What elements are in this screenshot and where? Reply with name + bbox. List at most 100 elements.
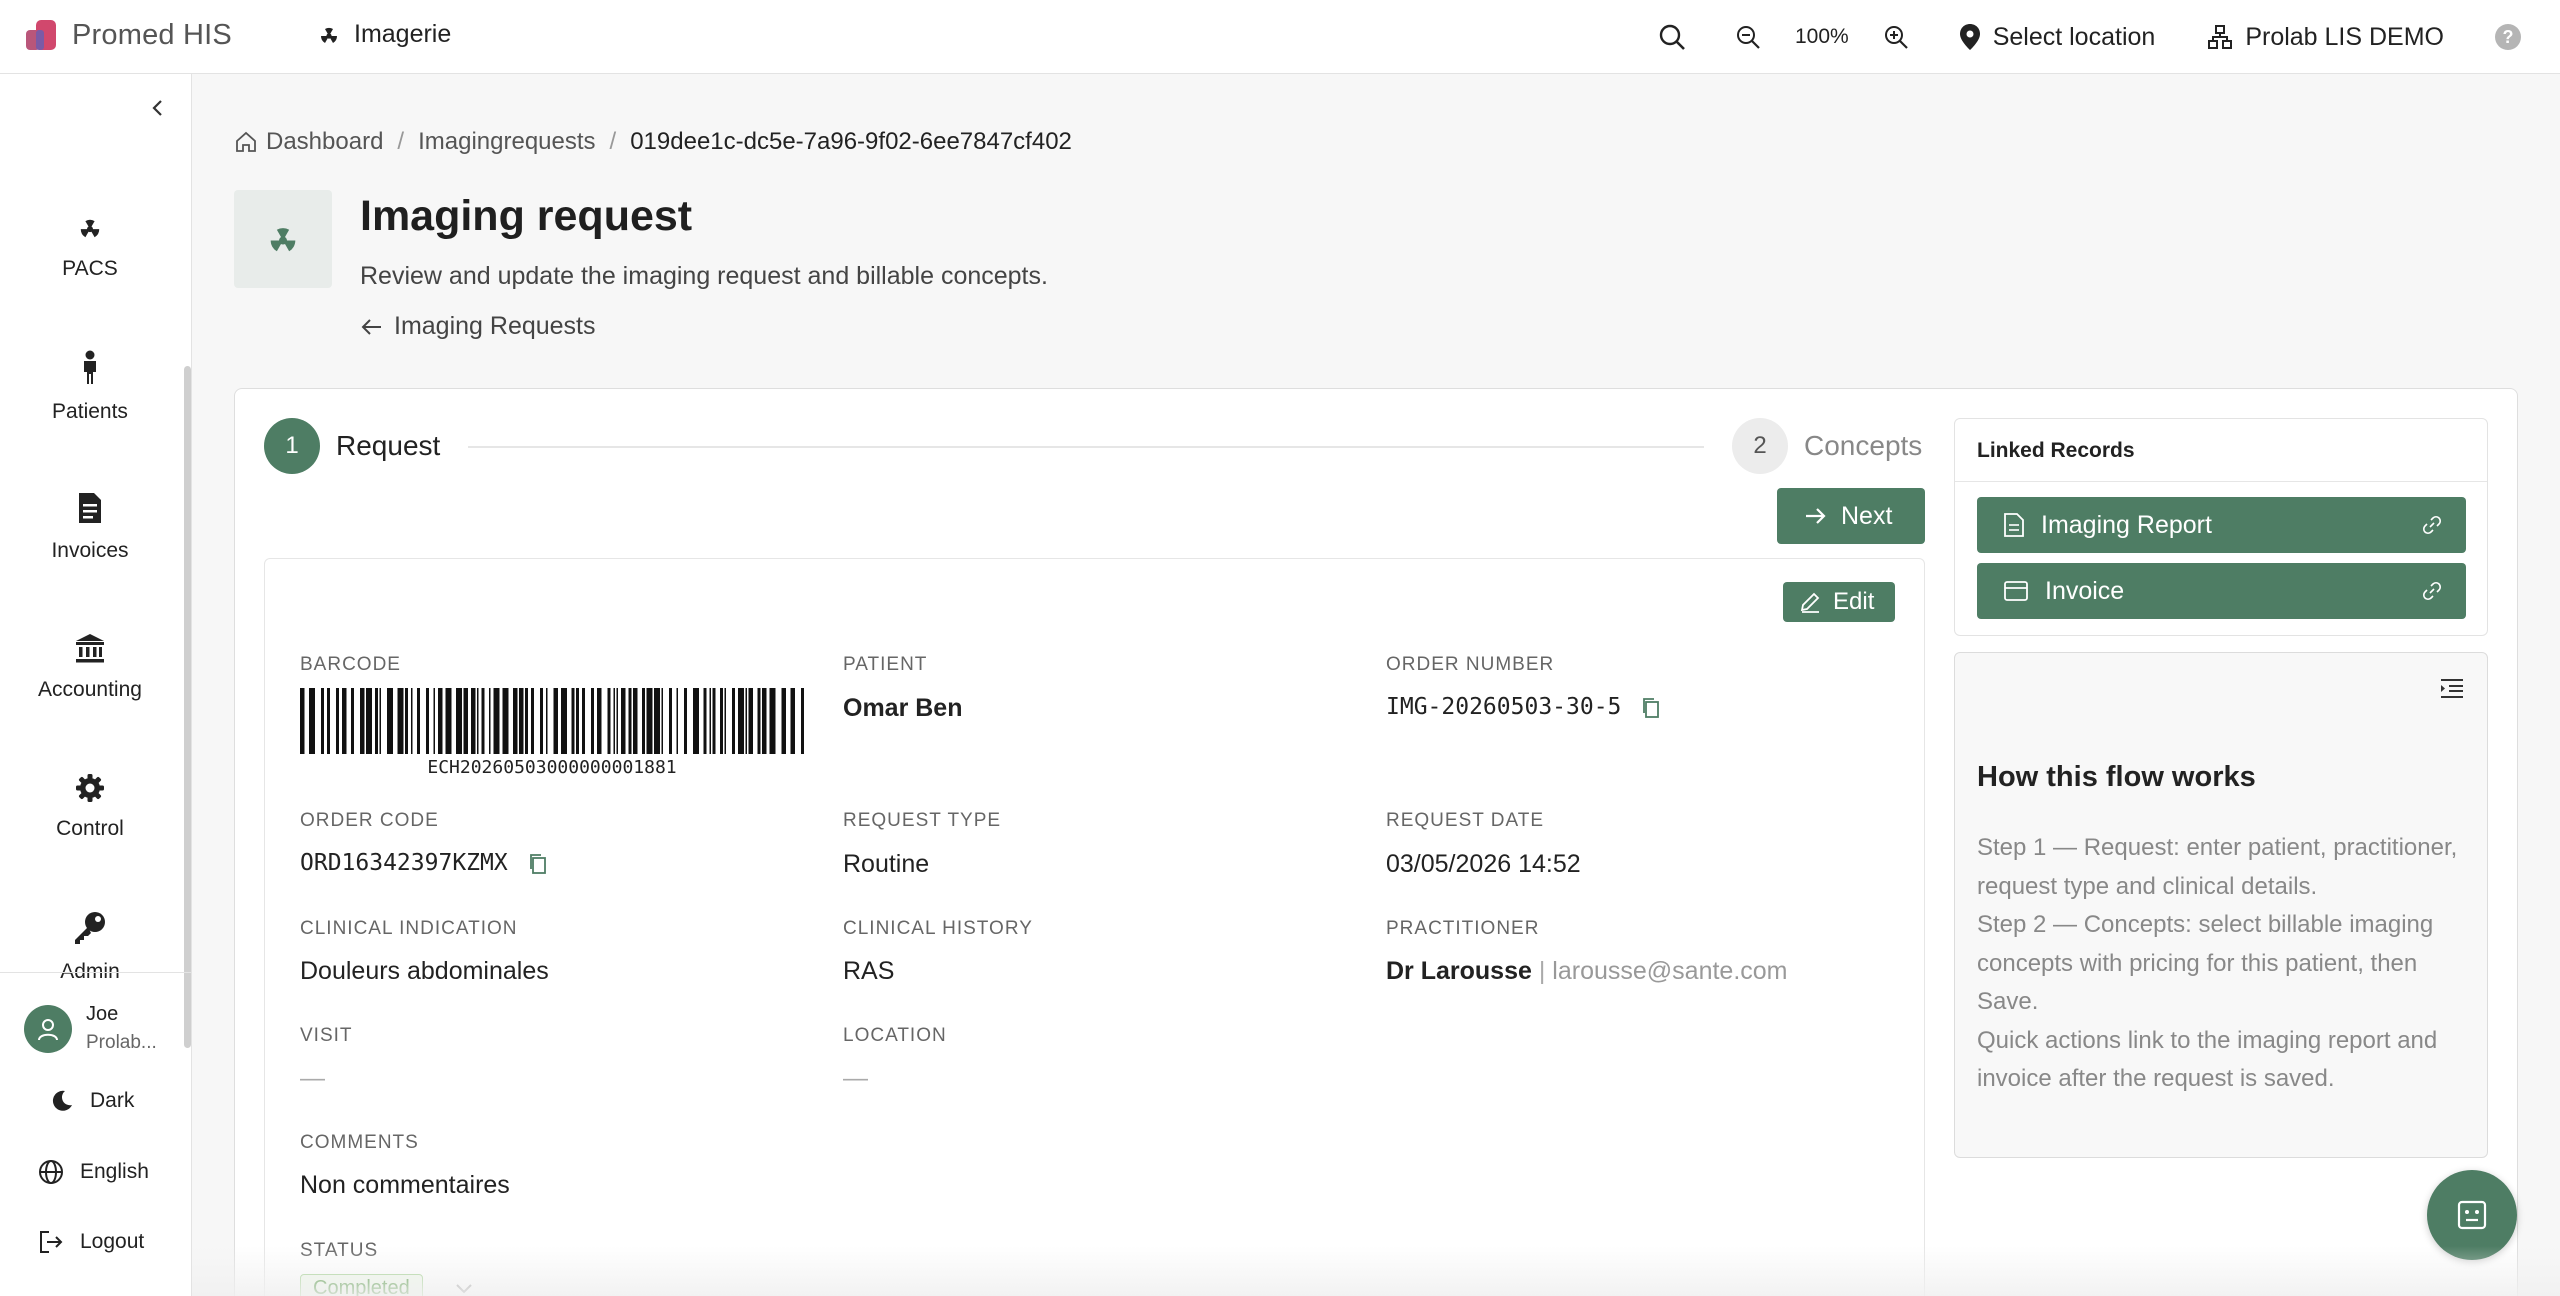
sidebar-item-patients[interactable]: Patients	[0, 332, 180, 442]
flow-help-line: Step 1 — Request: enter patient, practit…	[1977, 834, 2458, 900]
logo-icon	[24, 18, 58, 52]
visit-value: —	[300, 1064, 325, 1092]
sidebar-item-label: Accounting	[38, 678, 142, 701]
breadcrumb-section[interactable]: Imagingrequests	[418, 128, 595, 156]
user-org: Prolab...	[86, 1032, 157, 1053]
invoice-button[interactable]: Invoice	[1977, 563, 2466, 619]
app-brand[interactable]: Promed HIS	[24, 18, 232, 52]
step-number: 1	[264, 418, 320, 474]
sidebar-item-control[interactable]: Control	[0, 752, 180, 862]
flow-help-title: How this flow works	[1977, 761, 2256, 793]
clinical-history-label: CLINICAL HISTORY	[843, 918, 1033, 939]
practitioner-label: PRACTITIONER	[1386, 918, 1540, 939]
help-icon[interactable]: ?	[2494, 23, 2522, 51]
list-indent-icon[interactable]	[2439, 677, 2465, 699]
clinical-history-value: RAS	[843, 957, 895, 985]
lab-selector[interactable]: Prolab LIS DEMO	[2207, 23, 2444, 52]
person-icon	[78, 350, 102, 386]
sidebar-item-invoices[interactable]: Invoices	[0, 472, 180, 582]
moon-icon	[50, 1089, 74, 1113]
module-selector[interactable]: Imagerie	[316, 20, 451, 49]
copy-icon[interactable]	[1641, 697, 1661, 719]
link-icon	[2422, 581, 2442, 601]
breadcrumb-current: 019dee1c-dc5e-7a96-9f02-6ee7847cf402	[630, 128, 1072, 155]
zoom-in-icon[interactable]	[1883, 24, 1909, 50]
location-label: Select location	[1992, 22, 2156, 51]
patient-value: Omar Ben	[843, 694, 963, 722]
step-label: Concepts	[1804, 430, 1923, 461]
user-profile[interactable]: Joe Prolab...	[24, 1003, 157, 1054]
request-type-label: REQUEST TYPE	[843, 810, 1002, 831]
sidebar-footer: Joe Prolab... Dark English Logout	[0, 972, 192, 1253]
edit-button[interactable]: Edit	[1783, 582, 1895, 622]
language-selector[interactable]: English	[38, 1159, 149, 1185]
location-selector[interactable]: Select location	[1959, 22, 2156, 52]
assistant-button[interactable]	[2427, 1170, 2517, 1260]
next-button[interactable]: Next	[1777, 488, 1925, 544]
comments-label: COMMENTS	[300, 1132, 419, 1153]
breadcrumb: Dashboard / Imagingrequests / 019dee1c-d…	[234, 128, 1072, 156]
radiation-icon	[263, 219, 303, 259]
page-title: Imaging request	[360, 192, 693, 240]
arrow-left-icon	[360, 315, 384, 339]
chevron-down-icon[interactable]	[454, 1282, 474, 1296]
copy-icon[interactable]	[528, 853, 548, 875]
practitioner-name: Dr Larousse	[1386, 957, 1532, 985]
chevron-left-icon[interactable]	[146, 96, 170, 120]
zoom-level: 100%	[1794, 25, 1849, 48]
order-number-field: IMG-20260503-30-5	[1386, 694, 1661, 720]
home-icon	[234, 130, 258, 154]
lab-label: Prolab LIS DEMO	[2245, 22, 2444, 51]
bot-icon	[2455, 1198, 2489, 1232]
order-code-label: ORDER CODE	[300, 810, 439, 831]
globe-icon	[38, 1159, 64, 1185]
language-label: English	[80, 1160, 149, 1183]
logout-label: Logout	[80, 1230, 145, 1253]
imaging-report-button[interactable]: Imaging Report	[1977, 497, 2466, 553]
order-code-value: ORD16342397KZMX	[300, 850, 508, 876]
sidebar-item-pacs[interactable]: PACS	[0, 192, 180, 302]
order-number-value: IMG-20260503-30-5	[1386, 694, 1622, 720]
theme-label: Dark	[90, 1089, 135, 1112]
network-icon	[2207, 24, 2233, 50]
svg-text:?: ?	[2503, 27, 2514, 47]
bank-icon	[74, 632, 106, 664]
order-code-field: ORD16342397KZMX	[300, 850, 548, 876]
radiation-icon	[75, 213, 105, 243]
arrow-right-icon	[1803, 504, 1827, 528]
radiation-icon	[316, 22, 342, 48]
zoom-out-icon[interactable]	[1735, 24, 1761, 50]
top-actions: 100% Select location Prolab LIS DEMO ?	[1657, 0, 2560, 74]
sidebar: PACS Patients Invoices Accounting Contro…	[0, 74, 192, 1296]
order-number-label: ORDER NUMBER	[1386, 654, 1555, 675]
request-date-label: REQUEST DATE	[1386, 810, 1545, 831]
sidebar-item-admin[interactable]: Admin	[0, 892, 180, 1002]
barcode-value: ECH20260503000000001881	[427, 757, 677, 778]
breadcrumb-home[interactable]: Dashboard	[234, 128, 383, 156]
map-pin-icon	[1959, 23, 1981, 51]
linked-records-panel: Linked Records Imaging Report Invoice	[1954, 418, 2488, 636]
module-name: Imagerie	[354, 20, 452, 48]
step-request[interactable]: 1 Request	[264, 418, 440, 474]
sidebar-scrollbar[interactable]	[184, 366, 191, 1048]
top-bar: Promed HIS Imagerie 100% Select location	[0, 0, 2560, 74]
location-label: LOCATION	[843, 1025, 947, 1046]
sidebar-item-label: PACS	[62, 257, 118, 280]
back-link[interactable]: Imaging Requests	[360, 312, 596, 341]
avatar	[24, 1004, 72, 1053]
key-icon	[72, 910, 108, 946]
sidebar-item-label: Control	[56, 817, 124, 840]
theme-toggle[interactable]: Dark	[50, 1089, 134, 1113]
gear-icon	[75, 773, 105, 803]
barcode-label: BARCODE	[300, 654, 401, 675]
page-icon	[234, 190, 332, 288]
logout-icon	[38, 1229, 64, 1255]
sidebar-item-accounting[interactable]: Accounting	[0, 612, 180, 722]
status-badge[interactable]: Completed	[300, 1274, 423, 1296]
step-concepts[interactable]: 2 Concepts	[1732, 418, 1922, 474]
document-icon	[2003, 512, 2025, 538]
logout-button[interactable]: Logout	[38, 1229, 144, 1255]
comments-value: Non commentaires	[300, 1171, 510, 1199]
search-icon[interactable]	[1657, 22, 1687, 52]
sidebar-item-label: Patients	[52, 400, 128, 423]
